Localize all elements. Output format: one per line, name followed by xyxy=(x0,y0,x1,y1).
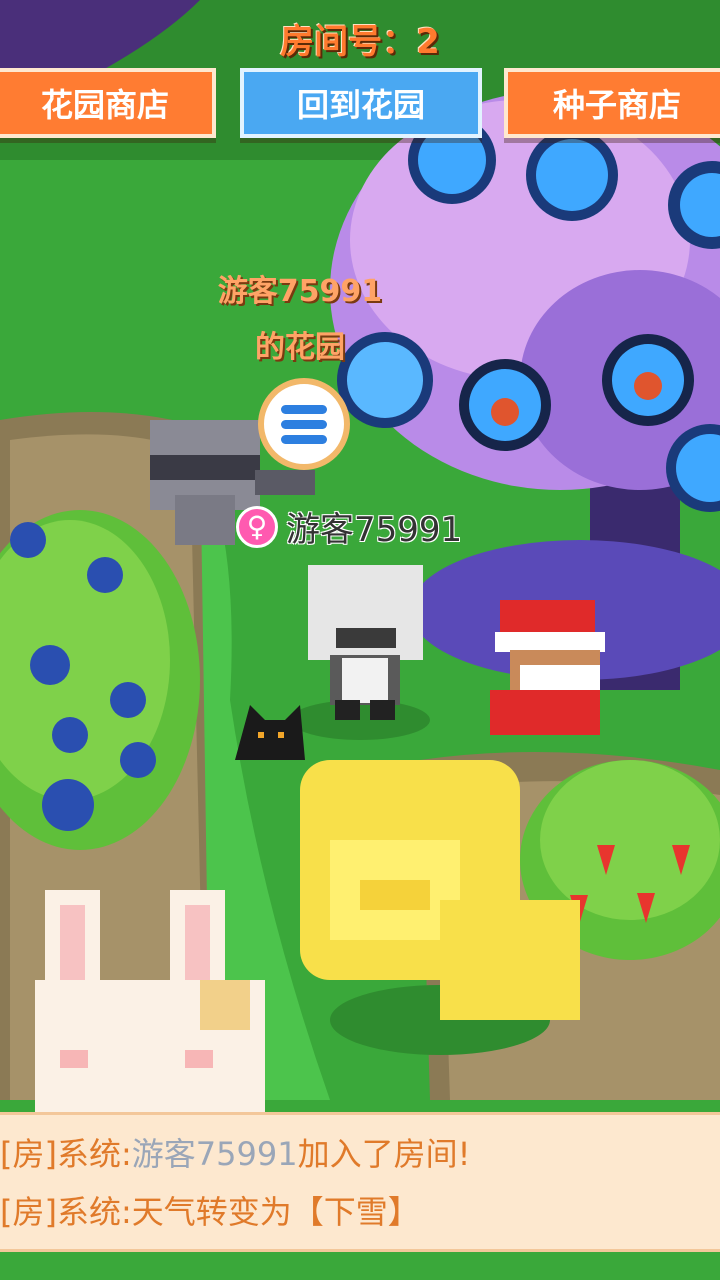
garden-owner-label: 游客75991 的花园 xyxy=(180,264,420,376)
chat-message: [房]系统:天气转变为【下雪】 xyxy=(0,1183,720,1241)
chat-sender: 系统: xyxy=(56,1135,132,1173)
chat-player: 游客75991 xyxy=(131,1135,298,1173)
back-to-garden-button[interactable]: 回到花园 xyxy=(240,68,482,138)
chat-message: [房]系统:游客75991加入了房间! xyxy=(0,1125,720,1183)
female-icon: ♀ xyxy=(236,505,278,548)
chat-channel: [房] xyxy=(0,1193,57,1231)
chat-sender: 系统: xyxy=(56,1193,132,1231)
menu-icon xyxy=(281,404,327,414)
menu-icon-bar xyxy=(281,434,327,444)
bear-avatar-sprite[interactable] xyxy=(290,565,430,740)
garden-scene xyxy=(0,0,720,1280)
chat-panel[interactable]: [房]系统:游客75991加入了房间! [房]系统:天气转变为【下雪】 xyxy=(0,1112,720,1252)
menu-icon-bar xyxy=(281,419,327,429)
chat-text: 天气转变为【下雪】 xyxy=(131,1193,420,1231)
garden-shop-button[interactable]: 花园商店 xyxy=(0,68,216,138)
chat-text: 加入了房间! xyxy=(297,1135,471,1173)
garden-owner-name: 游客75991 xyxy=(217,274,383,309)
room-number-title: 房间号：2 xyxy=(280,22,440,62)
player-nameplate: ♀ 游客75991 xyxy=(236,502,462,551)
menu-button[interactable] xyxy=(258,378,350,470)
garden-owner-suffix: 的花园 xyxy=(255,330,345,365)
seed-shop-button[interactable]: 种子商店 xyxy=(504,68,720,138)
chat-channel: [房] xyxy=(0,1135,57,1173)
player-name: 游客75991 xyxy=(286,510,463,550)
